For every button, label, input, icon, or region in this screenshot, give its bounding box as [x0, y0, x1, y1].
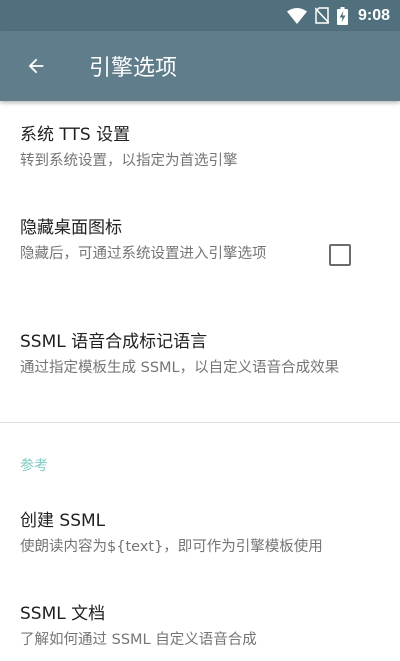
status-time: 9:08 [357, 6, 390, 24]
pref-hide-launcher-icon[interactable]: 隐藏桌面图标 隐藏后，可通过系统设置进入引擎选项 [0, 216, 400, 266]
hide-icon-checkbox[interactable] [329, 244, 351, 266]
section-divider [0, 422, 400, 423]
app-bar: 引擎选项 [0, 31, 400, 101]
pref-title: SSML 文档 [20, 604, 106, 624]
wifi-icon [286, 7, 307, 24]
pref-summary: 通过指定模板生成 SSML，以自定义语音合成效果 [20, 360, 340, 376]
category-header-reference: 参考 [20, 458, 48, 474]
pref-title: SSML 语音合成标记语言 [20, 332, 208, 352]
pref-title: 隐藏桌面图标 [20, 218, 122, 238]
pref-summary: 使朗读内容为${text}，即可作为引擎模板使用 [20, 539, 323, 555]
page-title: 引擎选项 [89, 56, 178, 81]
pref-ssml[interactable]: SSML 语音合成标记语言 通过指定模板生成 SSML，以自定义语音合成效果 [0, 330, 400, 379]
status-bar: 9:08 [0, 0, 400, 31]
pref-summary: 隐藏后，可通过系统设置进入引擎选项 [20, 246, 267, 262]
battery-charging-icon [336, 6, 348, 25]
arrow-back-icon [28, 58, 44, 74]
back-button[interactable] [21, 51, 51, 81]
pref-ssml-docs[interactable]: SSML 文档 了解如何通过 SSML 自定义语音合成 [0, 602, 400, 651]
pref-title: 系统 TTS 设置 [20, 125, 131, 145]
preferences-list: 系统 TTS 设置 转到系统设置，以指定为首选引擎 隐藏桌面图标 隐藏后，可通过… [0, 101, 400, 661]
pref-summary: 了解如何通过 SSML 自定义语音合成 [20, 632, 257, 648]
pref-create-ssml[interactable]: 创建 SSML 使朗读内容为${text}，即可作为引擎模板使用 [0, 509, 400, 558]
no-sim-icon [314, 7, 329, 24]
pref-summary: 转到系统设置，以指定为首选引擎 [20, 153, 238, 169]
pref-system-tts-settings[interactable]: 系统 TTS 设置 转到系统设置，以指定为首选引擎 [0, 123, 400, 172]
pref-title: 创建 SSML [20, 511, 106, 531]
